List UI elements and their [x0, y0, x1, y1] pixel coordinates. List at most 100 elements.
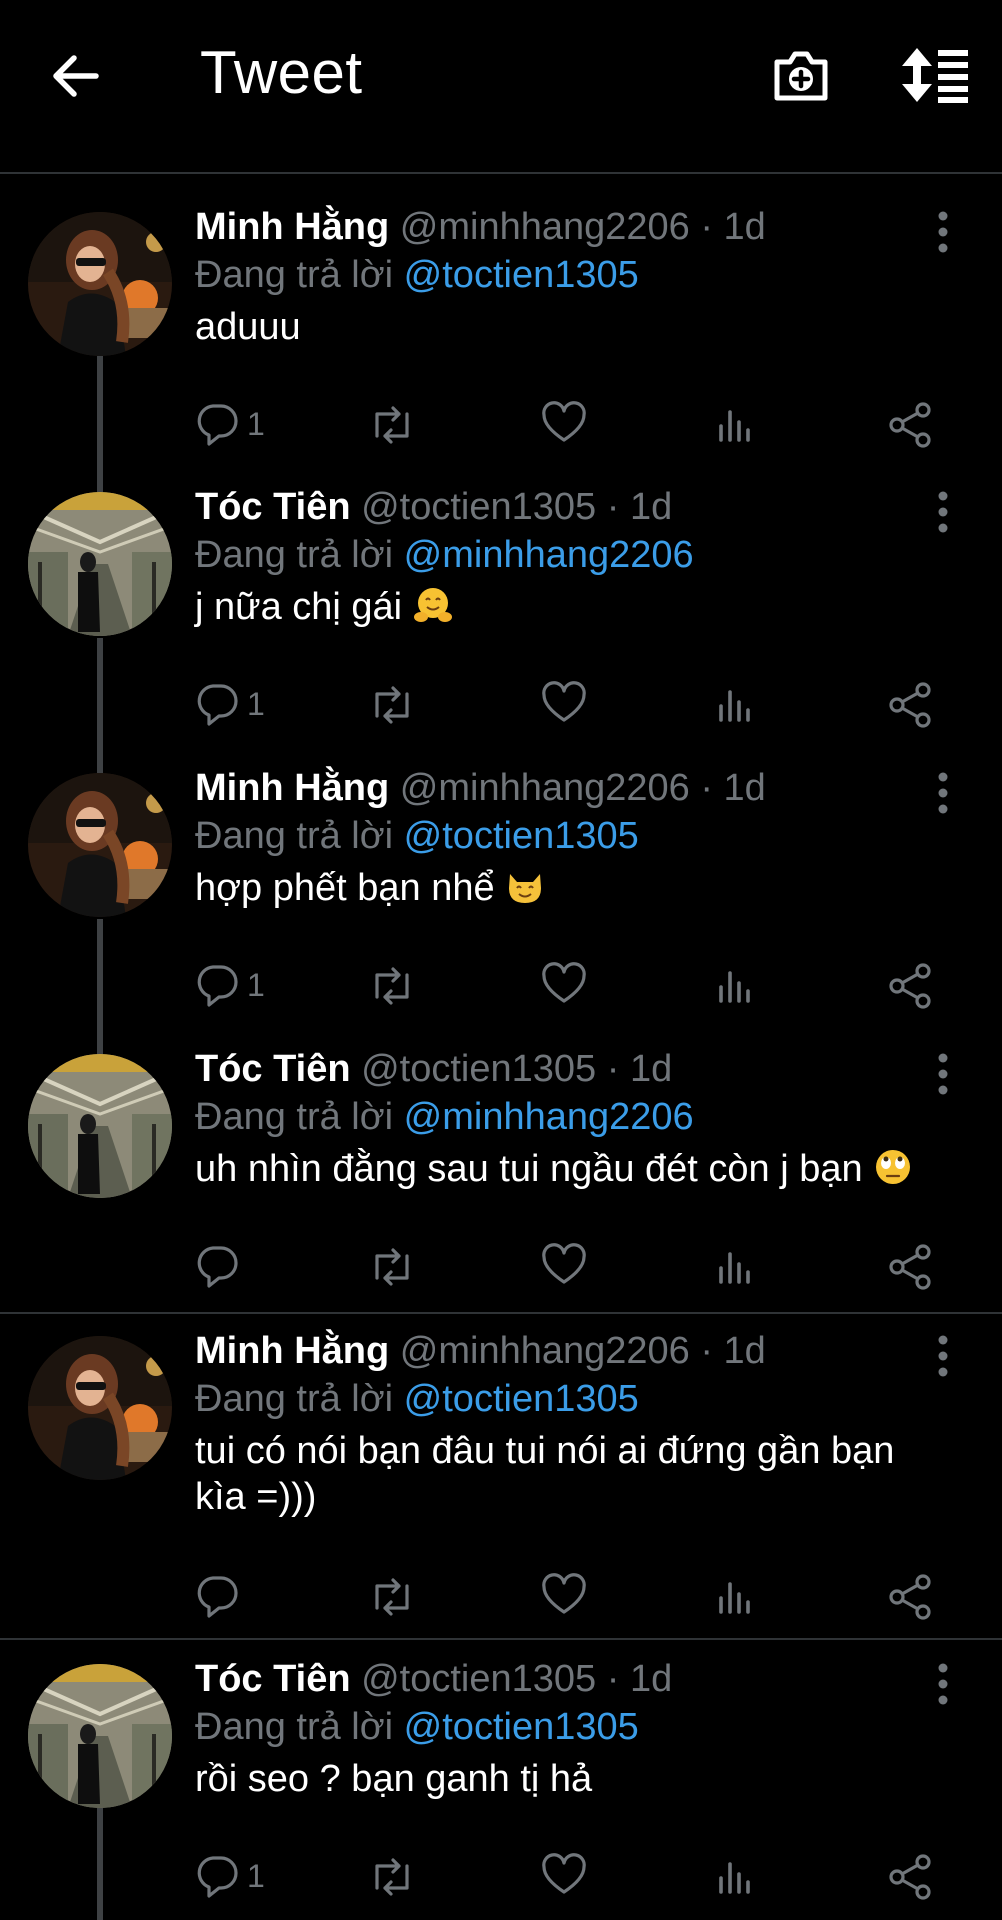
- author-handle-time: @minhhang2206 · 1d: [399, 206, 766, 248]
- retweet-button[interactable]: [367, 1572, 417, 1622]
- replying-label: Đang trả lời: [195, 1096, 394, 1138]
- share-button[interactable]: [887, 1242, 935, 1292]
- share-button[interactable]: [887, 1572, 935, 1622]
- tweet-header: Minh Hằng @minhhang2206 · 1d: [195, 1330, 766, 1373]
- more-options-icon[interactable]: [928, 210, 958, 254]
- tweet-header: Tóc Tiên @toctien1305 · 1d: [195, 1048, 672, 1091]
- mention-link[interactable]: @minhhang2206: [404, 534, 694, 576]
- like-button[interactable]: [541, 961, 587, 1011]
- tweet-text-content: uh nhìn đằng sau tui ngầu đét còn j bạn: [195, 1148, 863, 1190]
- analytics-button[interactable]: [715, 400, 755, 450]
- reply-button[interactable]: 1: [195, 1852, 265, 1902]
- analytics-button[interactable]: [715, 1572, 755, 1622]
- replying-to: Đang trả lời @toctien1305: [195, 815, 639, 858]
- top-bar: Tweet: [0, 0, 1002, 174]
- retweet-button[interactable]: [367, 400, 417, 450]
- retweet-button[interactable]: [367, 961, 417, 1011]
- reply-button[interactable]: 1: [195, 961, 265, 1011]
- analytics-button[interactable]: [715, 1852, 755, 1902]
- mention-link[interactable]: @minhhang2206: [404, 1096, 694, 1138]
- tweet[interactable]: Tóc Tiên @toctien1305 · 1d Đang trả lời …: [0, 1624, 1002, 1920]
- tweet[interactable]: Tóc Tiên @toctien1305 · 1d Đang trả lời …: [0, 1014, 1002, 1312]
- tweet-text: uh nhìn đằng sau tui ngầu đét còn j bạn: [195, 1146, 985, 1192]
- reply-count: 1: [247, 686, 265, 722]
- more-options-icon[interactable]: [928, 1052, 958, 1096]
- arrow-left-icon[interactable]: [48, 46, 108, 106]
- reply-button[interactable]: [195, 1242, 239, 1292]
- more-options-icon[interactable]: [928, 1334, 958, 1378]
- retweet-button[interactable]: [367, 680, 417, 730]
- author-name[interactable]: Tóc Tiên: [195, 1048, 351, 1090]
- reply-button[interactable]: 1: [195, 680, 265, 730]
- more-options-icon[interactable]: [928, 771, 958, 815]
- tweet-text: tui có nói bạn đâu tui nói ai đứng gần b…: [195, 1428, 935, 1520]
- like-button[interactable]: [541, 1242, 587, 1292]
- author-name[interactable]: Minh Hằng: [195, 206, 389, 248]
- thread-line: [97, 1014, 103, 1054]
- author-handle-time: @toctien1305 · 1d: [361, 486, 673, 528]
- tweet[interactable]: Minh Hằng @minhhang2206 · 1d Đang trả lờ…: [0, 733, 1002, 1023]
- replying-to: Đang trả lời @minhhang2206: [195, 1096, 694, 1139]
- author-name[interactable]: Minh Hằng: [195, 1330, 389, 1372]
- thread-line: [97, 733, 103, 773]
- analytics-button[interactable]: [715, 680, 755, 730]
- like-button[interactable]: [541, 1572, 587, 1622]
- more-options-icon[interactable]: [928, 1662, 958, 1706]
- cat-face-emoji: [505, 866, 545, 906]
- avatar[interactable]: [28, 492, 172, 636]
- share-button[interactable]: [887, 680, 935, 730]
- tweet-text: j nữa chị gái: [195, 584, 935, 630]
- author-handle-time: @minhhang2206 · 1d: [399, 1330, 766, 1372]
- avatar[interactable]: [28, 1336, 172, 1480]
- tweet-actions: 1: [195, 400, 955, 450]
- share-button[interactable]: [887, 961, 935, 1011]
- like-button[interactable]: [541, 400, 587, 450]
- mention-link[interactable]: @toctien1305: [404, 815, 639, 857]
- share-button[interactable]: [887, 400, 935, 450]
- tweet-text-content: j nữa chị gái: [195, 586, 403, 628]
- reply-count: 1: [247, 967, 265, 1003]
- page-title: Tweet: [200, 39, 363, 106]
- eye-roll-emoji: [873, 1147, 913, 1187]
- share-button[interactable]: [887, 1852, 935, 1902]
- avatar[interactable]: [28, 1664, 172, 1808]
- replying-to: Đang trả lời @toctien1305: [195, 1706, 639, 1749]
- tweet-actions: 1: [195, 961, 955, 1011]
- reply-count: 1: [247, 406, 265, 442]
- tweet-header: Minh Hằng @minhhang2206 · 1d: [195, 206, 766, 249]
- retweet-button[interactable]: [367, 1242, 417, 1292]
- reply-button[interactable]: [195, 1572, 239, 1622]
- avatar[interactable]: [28, 1054, 172, 1198]
- camera-add-icon[interactable]: [772, 46, 830, 104]
- more-options-icon[interactable]: [928, 490, 958, 534]
- tweet[interactable]: Minh Hằng @minhhang2206 · 1d Đang trả lờ…: [0, 1296, 1002, 1638]
- tweet-text-content: rồi seo ? bạn ganh tị hả: [195, 1758, 593, 1800]
- retweet-button[interactable]: [367, 1852, 417, 1902]
- author-name[interactable]: Tóc Tiên: [195, 1658, 351, 1700]
- sort-replies-icon[interactable]: [900, 46, 972, 104]
- like-button[interactable]: [541, 1852, 587, 1902]
- replying-label: Đang trả lời: [195, 815, 394, 857]
- like-button[interactable]: [541, 680, 587, 730]
- mention-link[interactable]: @toctien1305: [404, 254, 639, 296]
- tweet-actions: [195, 1242, 955, 1292]
- reply-button[interactable]: 1: [195, 400, 265, 450]
- tweet-header: Tóc Tiên @toctien1305 · 1d: [195, 1658, 672, 1701]
- avatar[interactable]: [28, 212, 172, 356]
- tweet[interactable]: Minh Hằng @minhhang2206 · 1d Đang trả lờ…: [0, 172, 1002, 462]
- author-name[interactable]: Tóc Tiên: [195, 486, 351, 528]
- tweet-header: Tóc Tiên @toctien1305 · 1d: [195, 486, 672, 529]
- analytics-button[interactable]: [715, 1242, 755, 1292]
- mention-link[interactable]: @toctien1305: [404, 1378, 639, 1420]
- analytics-button[interactable]: [715, 961, 755, 1011]
- tweet-text-content: tui có nói bạn đâu tui nói ai đứng gần b…: [195, 1430, 895, 1518]
- avatar[interactable]: [28, 773, 172, 917]
- tweet[interactable]: Tóc Tiên @toctien1305 · 1d Đang trả lời …: [0, 452, 1002, 742]
- tweet-text: aduuu: [195, 304, 935, 350]
- hugging-face-emoji: [413, 585, 453, 625]
- author-name[interactable]: Minh Hằng: [195, 767, 389, 809]
- author-handle-time: @minhhang2206 · 1d: [399, 767, 766, 809]
- thread-line: [97, 356, 103, 462]
- replying-label: Đang trả lời: [195, 1706, 394, 1748]
- mention-link[interactable]: @toctien1305: [404, 1706, 639, 1748]
